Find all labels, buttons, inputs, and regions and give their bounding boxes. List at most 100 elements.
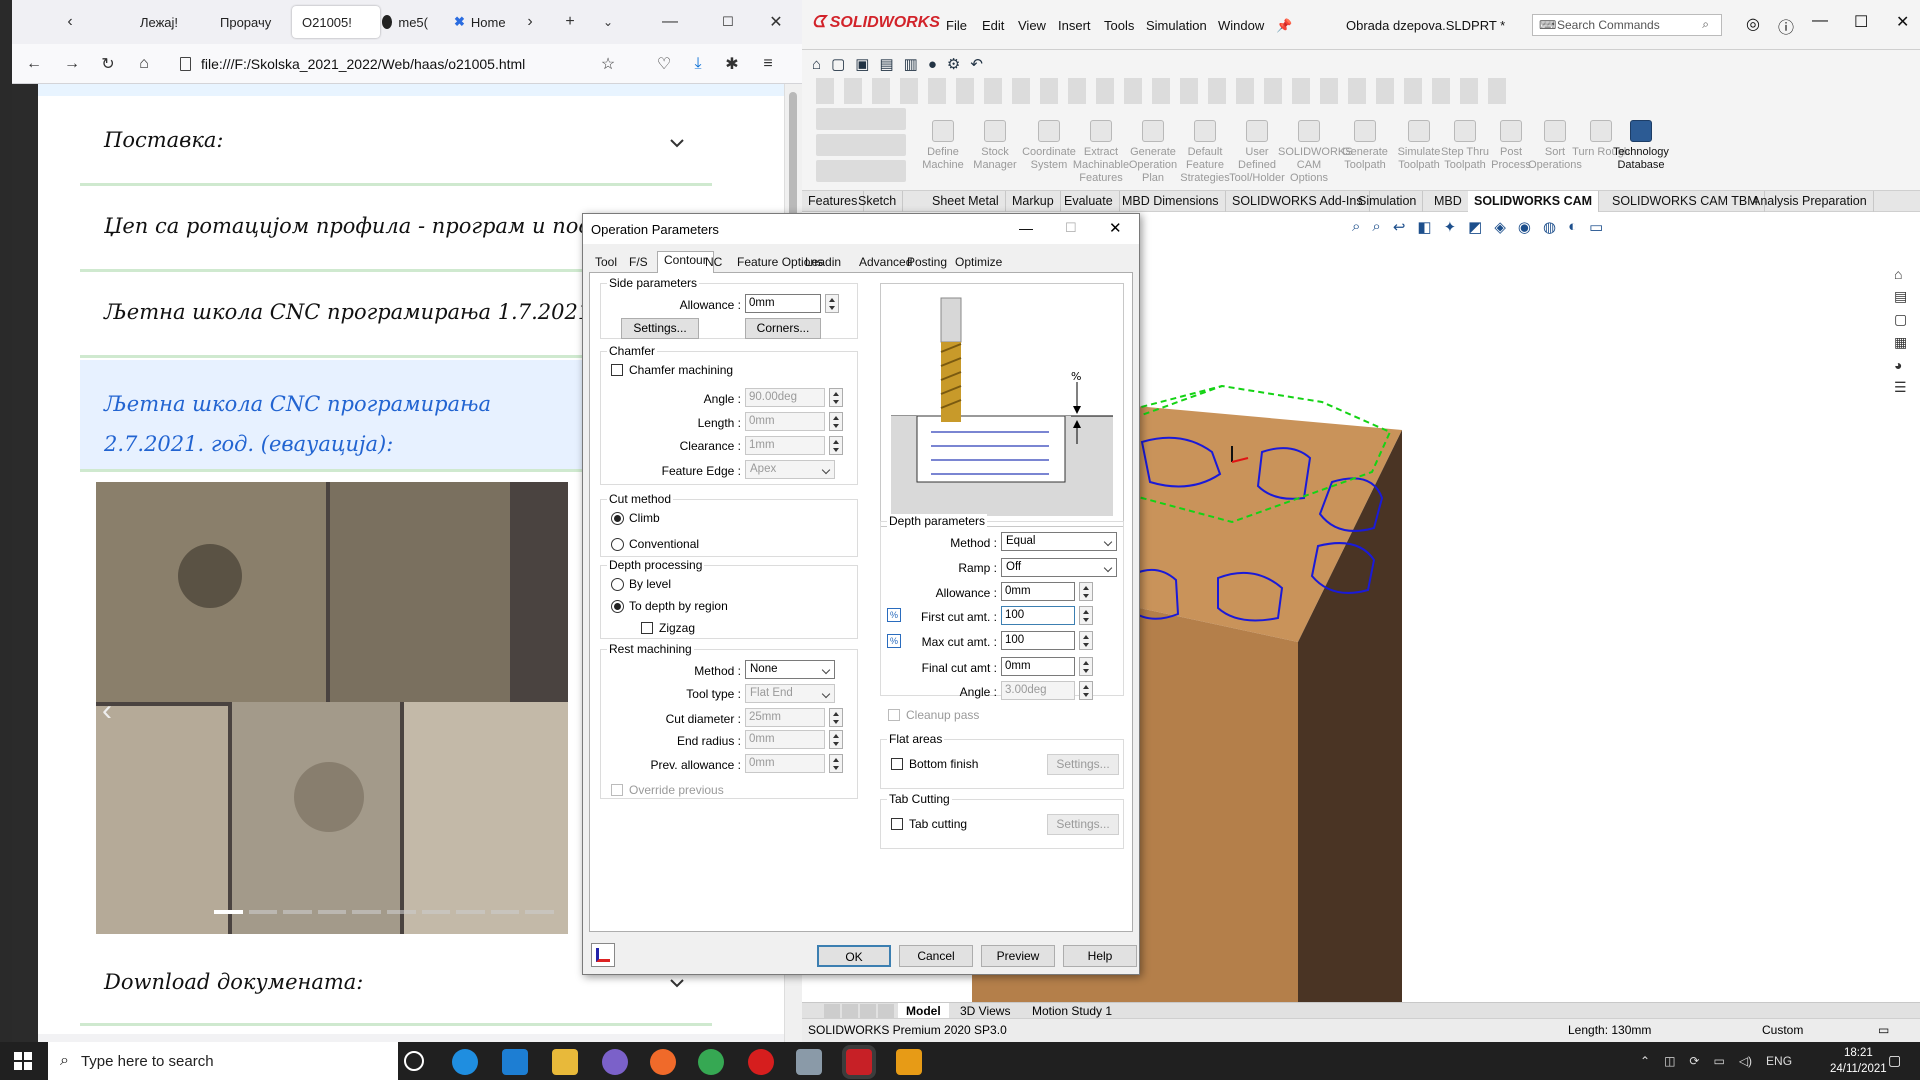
pin-icon[interactable]: 📌 [1276,18,1292,34]
firefox-icon[interactable] [650,1049,676,1075]
edge-icon[interactable] [452,1049,478,1075]
mail-icon[interactable] [502,1049,528,1075]
url-bar[interactable]: file:///F:/Skolska_2021_2022/Web/haas/o2… [180,50,636,78]
maximize-icon[interactable]: ☐ [1854,12,1868,32]
sw-tab[interactable]: Sketch [852,191,904,212]
maximize-icon[interactable]: ☐ [716,10,740,34]
zigzag-checkbox[interactable] [641,622,653,634]
tab-list-icon[interactable]: ⌄ [596,10,620,34]
close-icon[interactable]: ✕ [764,10,788,34]
tool-crib-icon[interactable] [591,943,615,967]
user-icon[interactable]: ◎ [1746,14,1760,34]
max-cut-input[interactable]: 100 [1001,631,1075,650]
browser-tab[interactable]: Прорачу [210,6,286,38]
prev-allowance-input[interactable]: 0mm [745,754,825,773]
dynamic-annotation-icon[interactable]: ✦ [1444,218,1457,240]
sublime-icon[interactable] [896,1049,922,1075]
chamfer-clearance-input[interactable]: 1mm [745,436,825,455]
print-icon[interactable]: ▥ [904,55,918,73]
monitor-icon[interactable]: ▭ [1589,218,1603,240]
tray-app-icon[interactable]: ◫ [1664,1054,1675,1068]
sw-tab[interactable]: SOLIDWORKS CAM TBM [1606,191,1765,212]
scene-icon[interactable]: ◐ [1568,218,1577,240]
appearances-icon[interactable]: ◕ [1894,357,1916,373]
view-orientation-icon[interactable]: ◩ [1468,218,1482,240]
ramp-angle-spinner[interactable] [1079,681,1093,700]
browser-tab[interactable]: Лежај! [130,6,198,38]
home-icon[interactable]: ⌂ [812,56,821,73]
cam-tool-button[interactable]: SOLIDWORKS CAM Options [1278,120,1353,185]
custom-properties-icon[interactable]: ☰ [1894,379,1916,396]
home-icon[interactable]: ⌂ [132,52,156,76]
solidworks-taskbar-icon[interactable] [846,1049,872,1075]
sw-tab[interactable]: Markup [1006,191,1061,212]
chrome-icon[interactable] [698,1049,724,1075]
close-icon[interactable]: ✕ [1109,219,1122,237]
percent-toggle-icon[interactable]: % [887,634,901,648]
end-radius-spinner[interactable] [829,730,843,749]
units-selector[interactable]: Custom [1762,1023,1803,1037]
tool-row[interactable] [816,134,906,156]
menu-edit[interactable]: Edit [982,18,1004,33]
menu-view[interactable]: View [1018,18,1046,33]
side-allowance-input[interactable]: 0mm [745,294,821,313]
extensions-icon[interactable]: ✱ [720,52,744,76]
override-previous-checkbox[interactable] [611,784,623,796]
cleanup-pass-checkbox[interactable] [888,709,900,721]
design-library-icon[interactable]: ▤ [1894,288,1916,305]
close-icon[interactable]: ✕ [1896,12,1909,32]
zoom-to-fit-icon[interactable]: ⌕ [1352,218,1360,240]
sw-tab[interactable]: Simulation [1352,191,1424,212]
dialog-tab[interactable]: Optimize [949,254,1008,272]
rest-method-select[interactable]: None [745,660,835,679]
preview-button[interactable]: Preview [981,945,1055,967]
notifications-icon[interactable]: ▢ [1888,1052,1901,1069]
end-radius-input[interactable]: 0mm [745,730,825,749]
conventional-radio[interactable] [611,538,624,551]
ramp-select[interactable]: Off [1001,558,1117,577]
max-cut-spinner[interactable] [1079,631,1093,650]
dialog-tab[interactable]: Tool [589,254,623,272]
taskbar-search-box[interactable]: ⌕ Type here to search [48,1042,398,1080]
depth-allowance-spinner[interactable] [1079,582,1093,601]
dialog-tab[interactable]: NC [699,254,728,272]
minimize-icon[interactable]: — [1812,12,1828,30]
forward-icon[interactable]: → [60,52,84,76]
dialog-tab[interactable]: Leadin [799,254,847,272]
carousel-indicators[interactable] [214,910,554,914]
cam-tool-button[interactable]: Generate Toolpath [1334,120,1396,172]
final-cut-spinner[interactable] [1079,657,1093,676]
dialog-tab[interactable]: Posting [901,254,953,272]
save-icon[interactable]: ▤ [879,55,893,73]
sw-tab[interactable]: Evaluate [1058,191,1120,212]
percent-toggle-icon[interactable]: % [887,608,901,622]
flat-settings-button[interactable]: Settings... [1047,754,1119,775]
first-cut-input[interactable]: 100 [1001,606,1075,625]
tab-settings-button[interactable]: Settings... [1047,814,1119,835]
hide-show-icon[interactable]: ◉ [1518,218,1531,240]
windows-start-icon[interactable] [14,1052,32,1070]
tool-row[interactable] [816,160,906,182]
tray-chevron-icon[interactable]: ⌃ [1640,1054,1650,1068]
sw-tab[interactable]: MBD Dimensions [1116,191,1226,212]
minimize-icon[interactable]: — [1019,220,1033,236]
opera-icon[interactable] [748,1049,774,1075]
zoom-area-icon[interactable]: ⌕ [1372,218,1380,240]
help-icon[interactable]: ⓘ [1778,14,1794,38]
section-view-icon[interactable]: ◧ [1417,218,1431,240]
browser-tab[interactable]: ✖ Home [444,6,510,38]
menu-tools[interactable]: Tools [1104,18,1134,33]
chamfer-length-input[interactable]: 0mm [745,412,825,431]
tab-scroll-right-icon[interactable]: › [518,10,542,34]
chamfer-length-spinner[interactable] [829,412,843,431]
ok-button[interactable]: OK [817,945,891,967]
sw-tab[interactable]: SOLIDWORKS CAM [1468,191,1600,212]
tray-network-icon[interactable]: ▭ [1713,1054,1724,1068]
feature-edge-select[interactable]: Apex [745,460,835,479]
new-icon[interactable]: ▢ [831,55,845,73]
browser-tab-active[interactable]: O21005! [292,6,380,38]
accordion-item[interactable]: Поставка: [80,102,712,186]
browser-tab[interactable]: me5( [372,6,438,38]
sw-tab[interactable]: MBD [1428,191,1469,212]
cam-tool-button[interactable]: Technology Database [1610,120,1672,172]
